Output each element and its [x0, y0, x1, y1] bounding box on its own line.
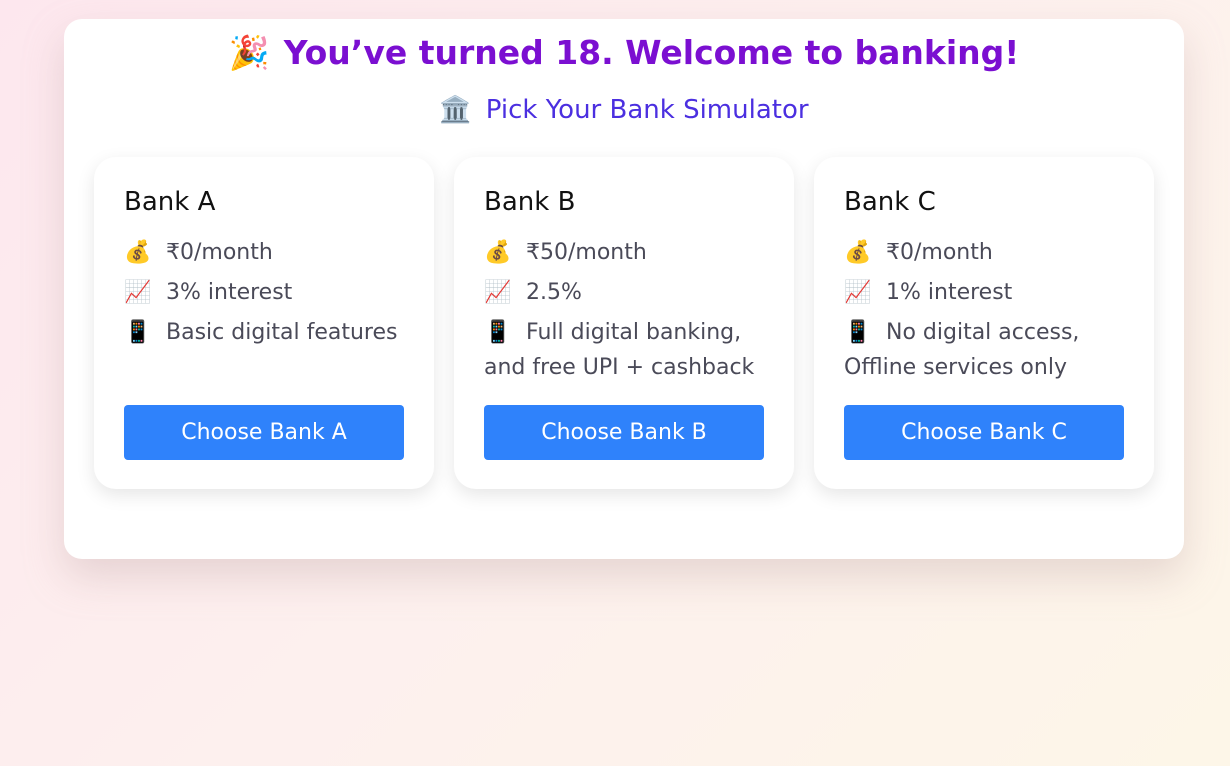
- bank-name: Bank B: [484, 187, 576, 217]
- digital-features: 📱 Full digital banking, and free UPI + ca…: [484, 315, 770, 385]
- monthly-fee-text: ₹0/month: [166, 240, 273, 265]
- bank-selection-panel: 🎉 You’ve turned 18. Welcome to banking! 🏛…: [64, 19, 1184, 559]
- chart-increasing-icon: 📈: [124, 280, 152, 305]
- bank-card-a: Bank A 💰 ₹0/month 📈 3% interest 📱 Basic dig…: [94, 157, 434, 489]
- money-bag-icon: 💰: [124, 240, 152, 265]
- bank-card-b: Bank B 💰 ₹50/month 📈 2.5% 📱 Full digital ba…: [454, 157, 794, 489]
- chart-increasing-icon: 📈: [484, 280, 512, 305]
- page-subtitle-text: Pick Your Bank Simulator: [485, 95, 809, 125]
- digital-features: 📱 No digital access, Offline services onl…: [844, 315, 1130, 385]
- digital-features: 📱 Basic digital features: [124, 315, 410, 350]
- interest-rate: 📈 3% interest: [124, 275, 410, 310]
- digital-features-text: Full digital banking, and free UPI + cas…: [484, 320, 755, 380]
- digital-features-text: No digital access, Offline services only: [844, 320, 1080, 380]
- monthly-fee: 💰 ₹0/month: [844, 235, 1130, 270]
- chart-increasing-icon: 📈: [844, 280, 872, 305]
- interest-rate-text: 2.5%: [526, 280, 582, 305]
- choose-bank-b-button[interactable]: Choose Bank B: [484, 405, 764, 460]
- interest-rate: 📈 2.5%: [484, 275, 770, 310]
- interest-rate: 📈 1% interest: [844, 275, 1130, 310]
- monthly-fee: 💰 ₹0/month: [124, 235, 410, 270]
- bank-name: Bank A: [124, 187, 216, 217]
- mobile-phone-icon: 📱: [844, 320, 872, 345]
- bank-card-c: Bank C 💰 ₹0/month 📈 1% interest 📱 No digita…: [814, 157, 1154, 489]
- bank-card-list: Bank A 💰 ₹0/month 📈 3% interest 📱 Basic dig…: [94, 157, 1154, 489]
- bank-name: Bank C: [844, 187, 936, 217]
- bank-building-icon: 🏛️: [439, 95, 472, 125]
- interest-rate-text: 1% interest: [886, 280, 1013, 305]
- page-subtitle: 🏛️ Pick Your Bank Simulator: [64, 95, 1184, 125]
- mobile-phone-icon: 📱: [484, 320, 512, 345]
- page-title-text: You’ve turned 18. Welcome to banking!: [283, 33, 1020, 72]
- money-bag-icon: 💰: [844, 240, 872, 265]
- monthly-fee-text: ₹50/month: [526, 240, 647, 265]
- interest-rate-text: 3% interest: [166, 280, 293, 305]
- choose-bank-a-button[interactable]: Choose Bank A: [124, 405, 404, 460]
- monthly-fee-text: ₹0/month: [886, 240, 993, 265]
- page-title: 🎉 You’ve turned 18. Welcome to banking!: [64, 33, 1184, 73]
- digital-features-text: Basic digital features: [166, 320, 398, 345]
- choose-bank-c-button[interactable]: Choose Bank C: [844, 405, 1124, 460]
- monthly-fee: 💰 ₹50/month: [484, 235, 770, 270]
- money-bag-icon: 💰: [484, 240, 512, 265]
- mobile-phone-icon: 📱: [124, 320, 152, 345]
- party-popper-icon: 🎉: [228, 33, 270, 72]
